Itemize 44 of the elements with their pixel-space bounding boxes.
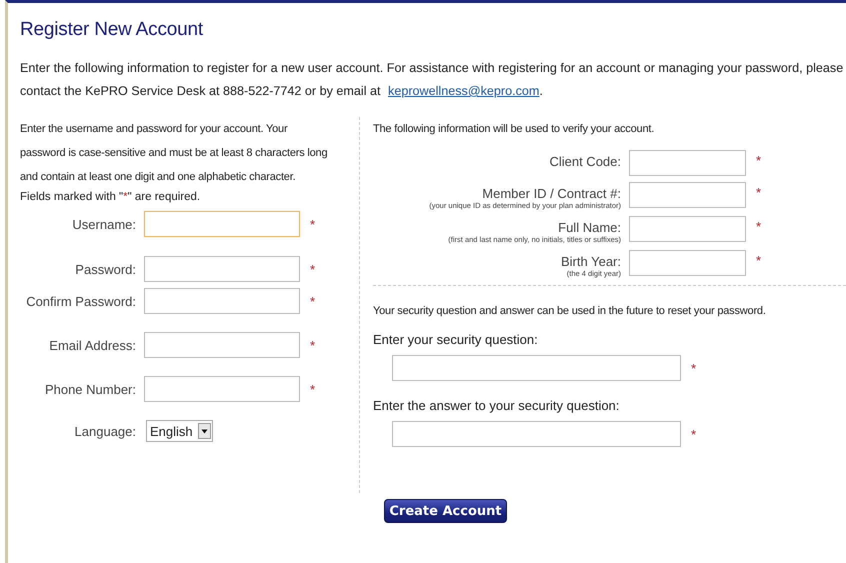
required-note: Fields marked with "*" are required.	[20, 191, 202, 203]
security-info-text: Your security question and answer can be used in the future to reset your password.	[373, 304, 767, 319]
required-mark: *	[310, 216, 316, 232]
required-mark: *	[691, 360, 696, 376]
required-mark: *	[310, 262, 316, 276]
required-mark: *	[756, 185, 762, 200]
required-mark: *	[756, 219, 762, 234]
required-mark: *	[310, 294, 316, 308]
field-label: Full Name:	[558, 219, 621, 236]
field-label: Email Address:	[48, 338, 136, 352]
input-field[interactable]	[144, 211, 300, 237]
caret-icon	[198, 423, 211, 439]
intro-text: Enter the following information to register for a new user account. For assistance with registering for an account or managing your password, please contact the KePRO Service Desk at 888-522-7742 or by email at keprowellness@kepro.com.	[20, 60, 844, 100]
field-label: Phone Number:	[44, 382, 136, 396]
field-label: Enter the answer to your security question:	[373, 398, 620, 413]
input-field[interactable]	[144, 288, 300, 314]
field-label: Username:	[71, 216, 136, 232]
verify-info-text: The following information will be used to verify your account.	[373, 122, 656, 137]
input-field[interactable]	[392, 421, 681, 447]
page-title: Register New Account	[20, 19, 204, 41]
input-field[interactable]	[629, 216, 746, 242]
field-label: Language:	[74, 424, 136, 438]
input-field[interactable]	[144, 376, 300, 402]
required-mark: *	[756, 153, 762, 168]
input-field[interactable]	[629, 150, 746, 176]
field-label: Password:	[74, 262, 136, 276]
input-field[interactable]	[629, 182, 746, 208]
input-field[interactable]	[629, 250, 746, 276]
required-mark: *	[310, 382, 316, 396]
field-label: Confirm Password:	[25, 294, 136, 308]
input-field[interactable]	[144, 332, 300, 358]
field-label: Member ID / Contract #:	[482, 185, 621, 202]
create-account-button[interactable]: Create Account	[384, 499, 507, 523]
field-label: Birth Year:	[561, 253, 621, 270]
language-select[interactable]: English	[146, 420, 213, 442]
required-mark: *	[310, 338, 316, 352]
email-link[interactable]: keprowellness@kepro.com	[388, 84, 540, 98]
input-field[interactable]	[144, 256, 300, 282]
required-mark: *	[756, 253, 762, 268]
password-rules-text: Enter the username and password for your account. Your password is case-sensitive and must be at least 8 characters long and contain at least one digit and one alphabetic character.	[20, 122, 328, 185]
field-label: Client Code:	[549, 153, 621, 170]
input-field[interactable]	[392, 355, 681, 381]
required-mark: *	[691, 426, 696, 442]
field-label: Enter your security question:	[373, 332, 538, 347]
